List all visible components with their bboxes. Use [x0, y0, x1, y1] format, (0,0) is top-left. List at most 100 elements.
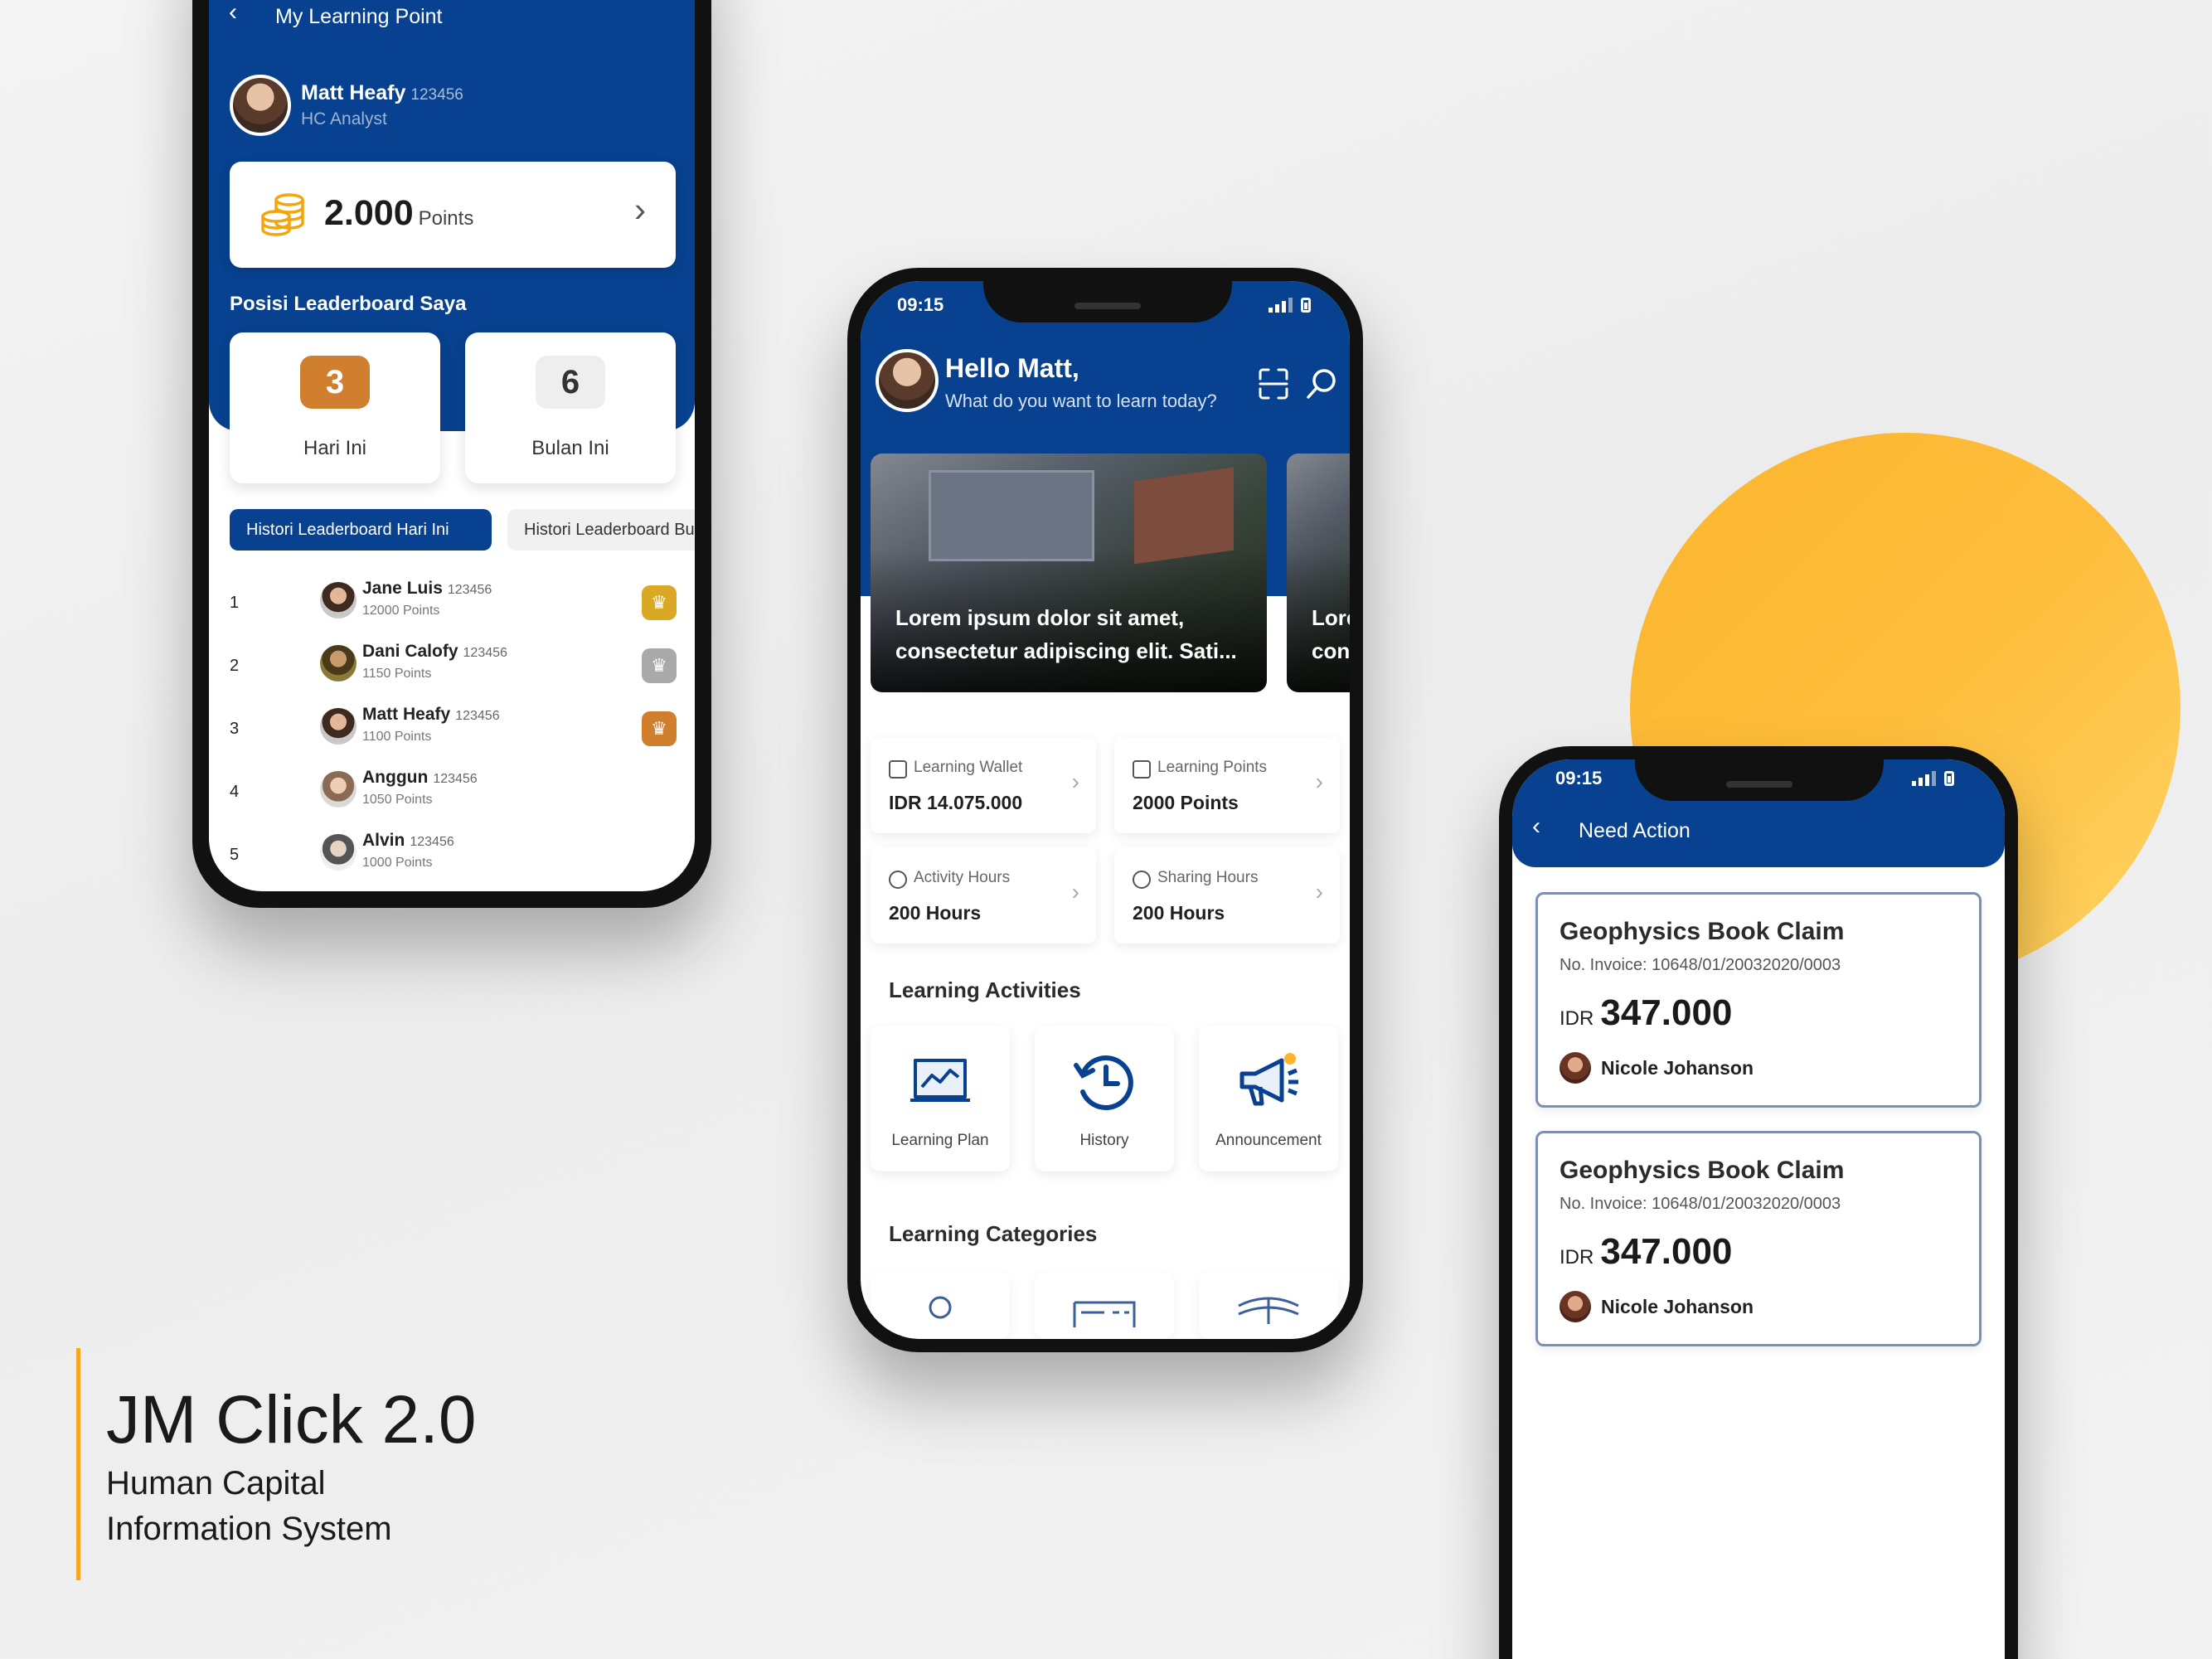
page-title: My Learning Point [275, 5, 443, 28]
category-card[interactable] [1035, 1273, 1174, 1339]
claim-invoice: No. Invoice: 10648/01/20032020/0003 [1560, 1195, 1841, 1213]
history-button[interactable]: History [1035, 1026, 1174, 1171]
need-action-screen: 09:15 ‹ Need Action Geophysics Book Clai… [1512, 759, 2005, 1659]
avatar [230, 75, 291, 136]
clock-icon [889, 871, 907, 889]
points-value: 2.000 Points [324, 193, 474, 233]
status-time: 09:15 [897, 294, 944, 315]
rank-label-month: Bulan Ini [531, 437, 609, 459]
product-title: JM Click 2.0 [106, 1382, 477, 1458]
phone-home: 09:15 Hello Matt, What do you want to le… [847, 268, 1363, 1352]
leaderboard-row[interactable]: 4 Anggun 123456 1050 Points [209, 764, 695, 827]
banner-text: Lore con [1312, 605, 1350, 663]
chevron-right-icon: › [1315, 879, 1323, 905]
claim-currency: IDR [1560, 1246, 1594, 1269]
learning-point-screen: ‹ My Learning Point Matt Heafy 123456 HC … [209, 0, 695, 891]
news-banner[interactable]: Lorem ipsum dolor sit amet, consectetur … [871, 454, 1267, 692]
row-name: Jane Luis 123456 [362, 579, 492, 598]
leaderboard-row[interactable]: 3 Matt Heafy 123456 1100 Points ♛ [209, 701, 695, 764]
chevron-right-icon: › [1071, 879, 1079, 905]
stat-label: Activity Hours [914, 869, 1011, 886]
category-card[interactable] [1199, 1273, 1338, 1339]
claim-person: Nicole Johanson [1601, 1057, 1754, 1079]
banner-image [929, 470, 1094, 561]
learning-activities-title: Learning Activities [889, 977, 1081, 1002]
claim-card[interactable]: Geophysics Book Claim No. Invoice: 10648… [1535, 1131, 1982, 1346]
stat-label: Sharing Hours [1157, 869, 1259, 886]
row-name: Alvin 123456 [362, 831, 454, 850]
stat-label: Learning Wallet [914, 759, 1023, 776]
tab-leaderboard-month[interactable]: Histori Leaderboard Bulan Ini [507, 509, 695, 551]
crown-icon: ♛ [642, 711, 677, 746]
row-rank: 2 [230, 657, 240, 675]
announcement-button[interactable]: Announcement [1199, 1026, 1338, 1171]
learning-categories-title: Learning Categories [889, 1221, 1098, 1246]
megaphone-icon [1239, 1053, 1298, 1106]
avatar [1560, 1291, 1591, 1322]
claim-card[interactable]: Geophysics Book Claim No. Invoice: 10648… [1535, 892, 1982, 1108]
rank-label-today: Hari Ini [303, 437, 367, 459]
row-points: 12000 Points [362, 604, 440, 618]
greeting: Hello Matt, [945, 353, 1079, 383]
news-banner[interactable]: Lore con [1287, 454, 1350, 692]
learning-points-card[interactable]: Learning Points 2000 Points › [1114, 737, 1340, 833]
learning-plan-button[interactable]: Learning Plan [871, 1026, 1010, 1171]
leaderboard-row[interactable]: 1 Jane Luis 123456 12000 Points ♛ [209, 575, 695, 638]
avatar [1560, 1052, 1591, 1084]
claim-currency: IDR [1560, 1007, 1594, 1030]
history-icon [1074, 1055, 1133, 1110]
clock-icon [1133, 871, 1151, 889]
leaderboard-row[interactable]: 5 Alvin 123456 1000 Points [209, 827, 695, 890]
claim-amount: IDR 347.000 [1560, 992, 1733, 1033]
back-icon[interactable]: ‹ [229, 0, 237, 27]
chevron-right-icon: › [1071, 769, 1079, 794]
stat-value: 200 Hours [1133, 902, 1225, 924]
notch [983, 281, 1232, 323]
category-card[interactable] [871, 1273, 1010, 1339]
book-icon [1238, 1297, 1299, 1324]
row-rank: 5 [230, 846, 240, 864]
user-id: 123456 [410, 86, 463, 104]
activity-label: Learning Plan [891, 1132, 989, 1149]
signal-battery-icon [1269, 298, 1311, 313]
avatar[interactable] [876, 349, 939, 412]
phone-learning-point: ‹ My Learning Point Matt Heafy 123456 HC … [192, 0, 711, 908]
row-rank: 1 [230, 594, 240, 612]
greeting-subtitle: What do you want to learn today? [945, 390, 1217, 411]
tab-leaderboard-today[interactable]: Histori Leaderboard Hari Ini [230, 509, 492, 551]
row-rank: 3 [230, 720, 240, 738]
banner-image-roof [1134, 467, 1234, 565]
claim-person: Nicole Johanson [1601, 1296, 1754, 1317]
user-name: Matt Heafy 123456 [301, 81, 463, 104]
row-name: Anggun 123456 [362, 768, 478, 787]
search-icon[interactable] [1303, 366, 1340, 402]
rank-badge-today: 3 [300, 356, 370, 409]
row-points: 1000 Points [362, 856, 433, 870]
page-title: Need Action [1579, 819, 1691, 842]
back-icon[interactable]: ‹ [1532, 813, 1540, 841]
avatar [320, 582, 357, 618]
avatar [320, 834, 357, 871]
scan-icon[interactable] [1255, 366, 1292, 402]
chevron-right-icon: › [634, 190, 646, 229]
user-role: HC Analyst [301, 109, 387, 129]
activity-hours-card[interactable]: Activity Hours 200 Hours › [871, 847, 1096, 943]
leaderboard-row[interactable]: 2 Dani Calofy 123456 1150 Points ♛ [209, 638, 695, 701]
product-subtitle: Human Capital Information System [106, 1465, 392, 1547]
activity-label: History [1079, 1132, 1129, 1149]
row-name: Dani Calofy 123456 [362, 642, 507, 661]
claim-title: Geophysics Book Claim [1560, 918, 1845, 945]
row-name: Matt Heafy 123456 [362, 705, 500, 724]
crown-icon: ♛ [642, 648, 677, 683]
wallet-icon [889, 760, 907, 779]
learning-wallet-card[interactable]: Learning Wallet IDR 14.075.000 › [871, 737, 1096, 833]
activity-label: Announcement [1215, 1132, 1322, 1149]
rank-card-today: 3 Hari Ini [230, 332, 440, 483]
sharing-hours-card[interactable]: Sharing Hours 200 Hours › [1114, 847, 1340, 943]
stat-value: 2000 Points [1133, 792, 1239, 813]
notch [1635, 759, 1884, 801]
claim-invoice: No. Invoice: 10648/01/20032020/0003 [1560, 956, 1841, 974]
home-screen: 09:15 Hello Matt, What do you want to le… [861, 281, 1350, 1339]
lightbulb-icon [929, 1296, 952, 1319]
points-card[interactable]: 2.000 Points › [230, 162, 676, 268]
